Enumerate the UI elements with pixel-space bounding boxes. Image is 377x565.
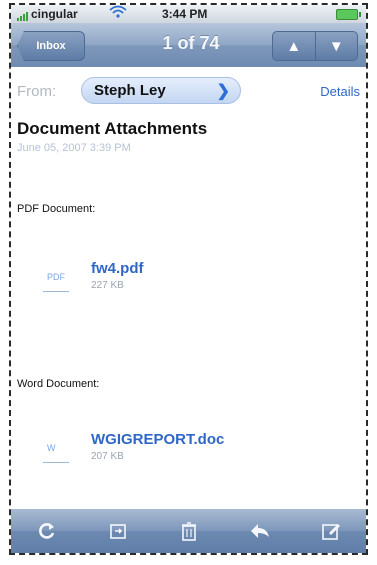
- message-navigation: ▲ ▼: [272, 31, 358, 61]
- arrow-up-icon[interactable]: ▲: [273, 32, 315, 60]
- attachment-size: 227 KB: [91, 280, 124, 291]
- carrier: cingular: [17, 7, 78, 21]
- pdf-section-label: PDF Document:: [17, 203, 96, 215]
- compose-icon[interactable]: [295, 509, 366, 553]
- sender-button[interactable]: Steph Ley ❯: [81, 77, 241, 104]
- attachment-pdf[interactable]: PDF fw4.pdf 227 KB: [39, 260, 359, 300]
- details-link[interactable]: Details: [320, 84, 360, 99]
- refresh-icon[interactable]: [11, 509, 82, 553]
- inbox-back-button[interactable]: Inbox: [17, 31, 85, 61]
- phone-screen: cingular 3:44 PM Inbox 1 of 74 ▲ ▼ From:…: [9, 3, 368, 555]
- message-position-title: 1 of 74: [162, 33, 220, 53]
- chevron-right-icon: ❯: [216, 83, 230, 100]
- bottom-toolbar: [11, 509, 366, 553]
- word-file-icon: W: [43, 439, 71, 463]
- move-folder-icon[interactable]: [82, 509, 153, 553]
- navigation-bar: Inbox 1 of 74 ▲ ▼: [11, 23, 366, 67]
- battery-icon: [336, 9, 361, 20]
- signal-icon: [17, 7, 29, 21]
- status-bar: cingular 3:44 PM: [11, 5, 366, 23]
- pdf-file-icon: PDF: [43, 268, 71, 292]
- trash-icon[interactable]: [153, 509, 224, 553]
- arrow-down-icon[interactable]: ▼: [314, 32, 358, 60]
- word-section-label: Word Document:: [17, 378, 100, 390]
- attachment-name: fw4.pdf: [91, 260, 144, 277]
- reply-icon[interactable]: [224, 509, 295, 553]
- message-date: June 05, 2007 3:39 PM: [17, 142, 131, 154]
- word-icon-mark: W: [47, 443, 56, 453]
- carrier-label: cingular: [31, 7, 78, 21]
- attachment-word[interactable]: W WGIGREPORT.doc 207 KB: [39, 431, 359, 471]
- sender-name: Steph Ley: [94, 82, 166, 99]
- pdf-icon-mark: PDF: [47, 272, 65, 282]
- clock: 3:44 PM: [162, 7, 208, 21]
- attachment-size: 207 KB: [91, 451, 124, 462]
- attachment-name: WGIGREPORT.doc: [91, 431, 225, 448]
- message-subject: Document Attachments: [17, 119, 208, 138]
- from-label: From:: [17, 83, 57, 100]
- wifi-icon: [109, 5, 127, 22]
